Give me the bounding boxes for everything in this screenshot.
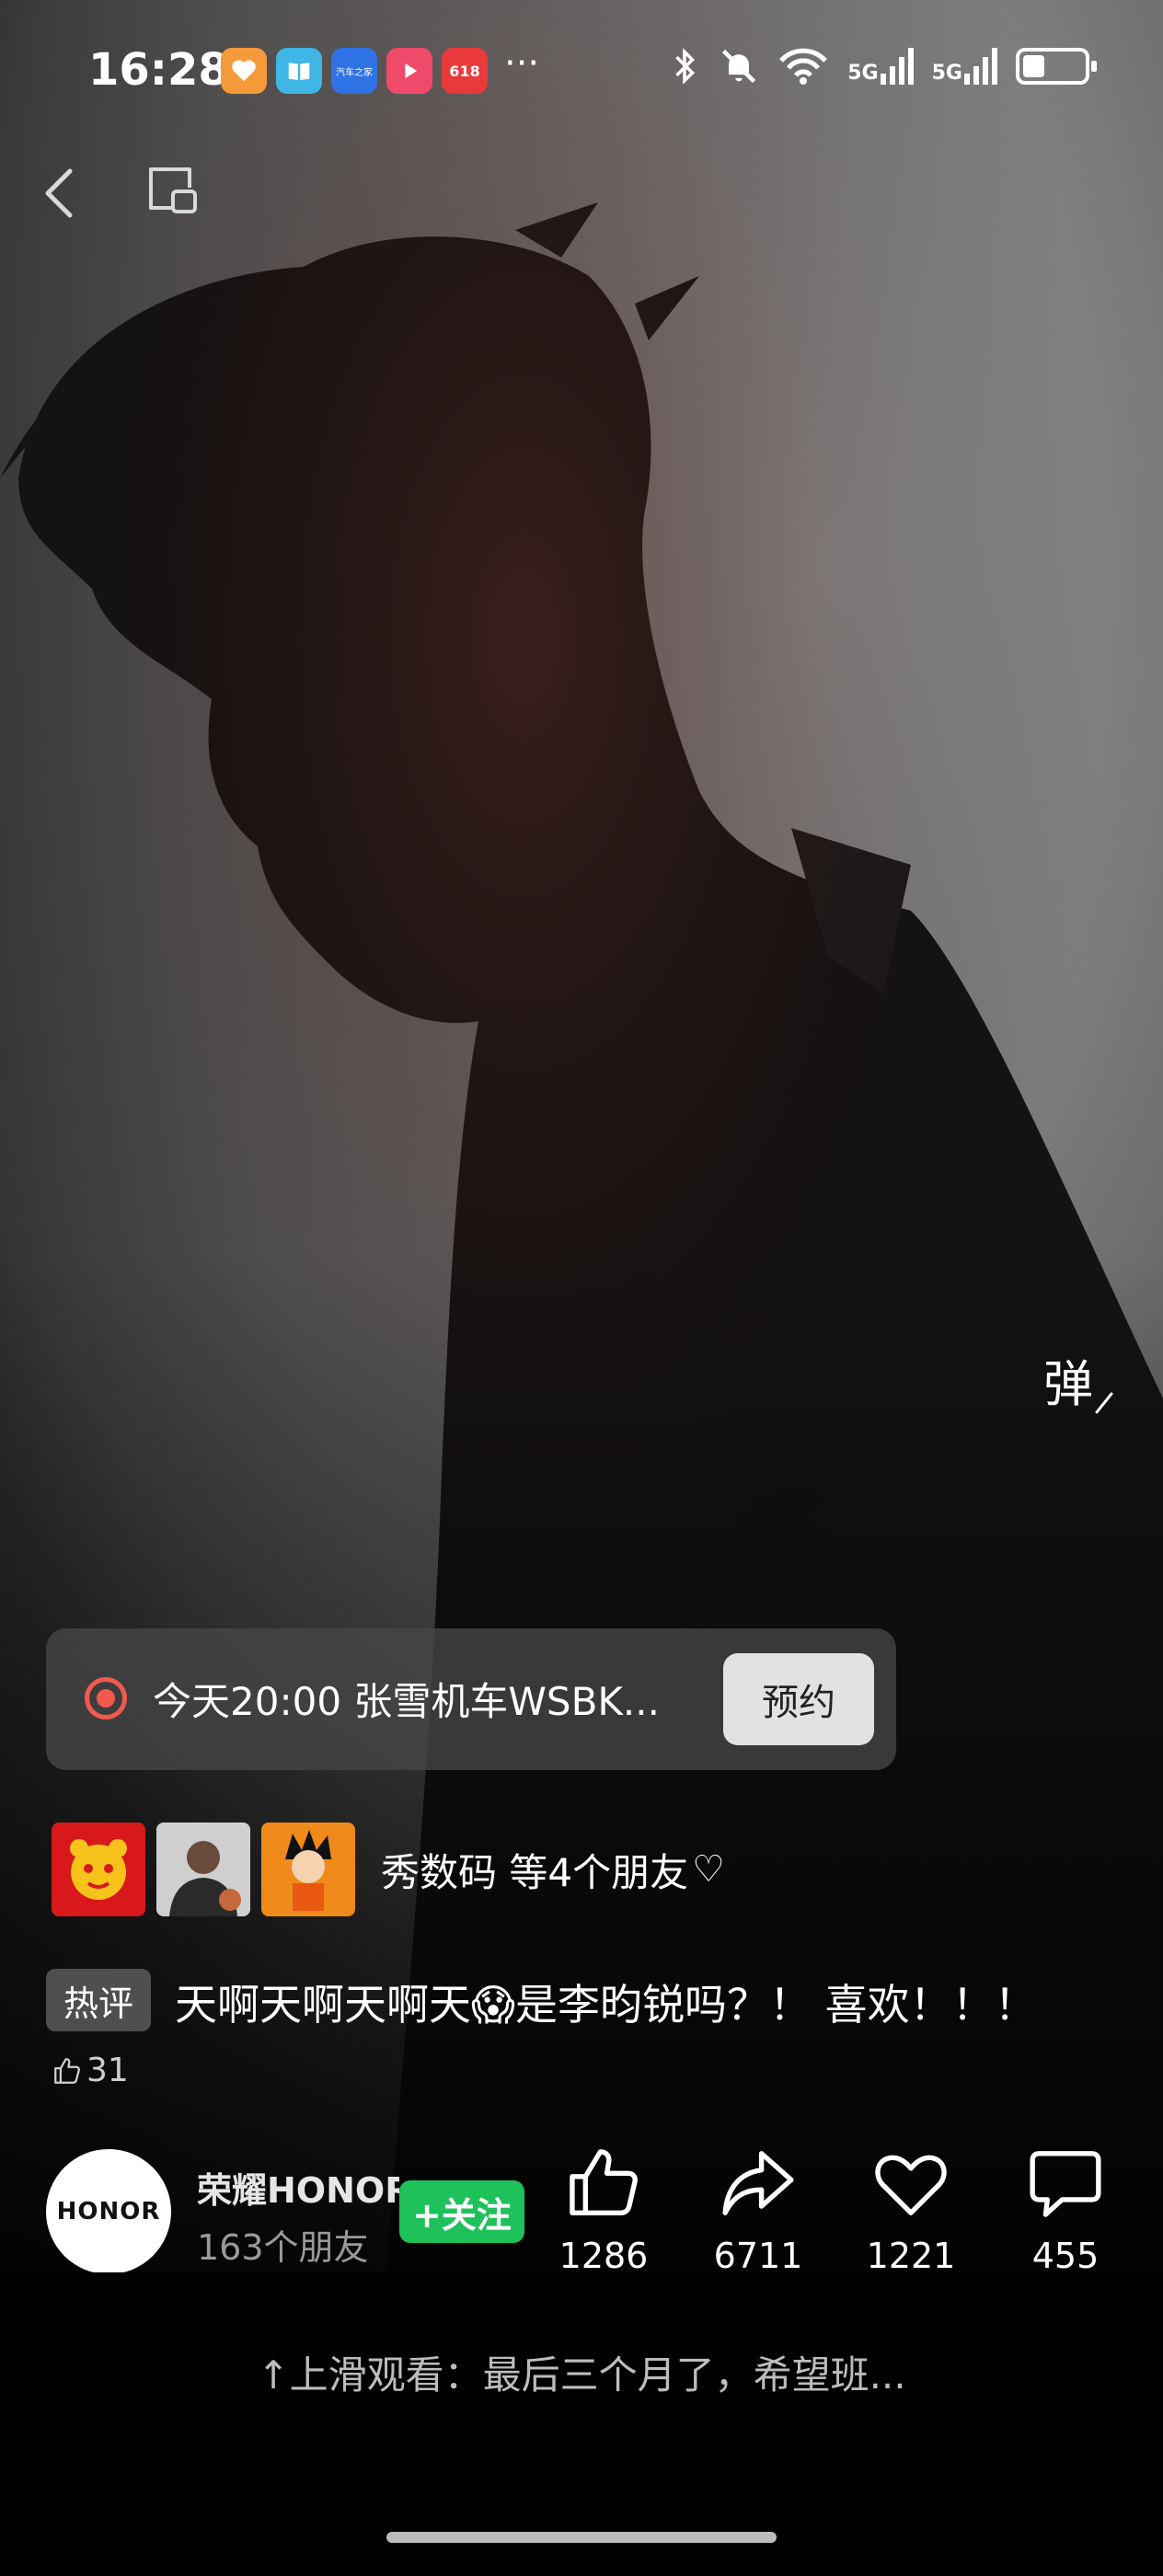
status-bar: 16:28 汽车之家 618 ··· 5G 5G bbox=[0, 0, 1163, 147]
thumbs-up-icon bbox=[54, 2057, 80, 2084]
chevron-left-icon bbox=[45, 168, 73, 218]
live-record-icon bbox=[85, 1677, 127, 1719]
share-button[interactable]: 6711 bbox=[694, 2144, 823, 2276]
heart-app-icon bbox=[221, 48, 267, 94]
friends-text: 秀数码 等4个朋友 bbox=[381, 1849, 689, 1895]
hot-comment-badge: 热评 bbox=[46, 1969, 151, 2031]
comment-count: 455 bbox=[1031, 2236, 1100, 2276]
live-reservation-bar[interactable]: 今天20:00 张雪机车WSBK... 预约 bbox=[46, 1628, 896, 1770]
battery-icon bbox=[1016, 48, 1097, 85]
heart-outline-icon: ♡ bbox=[692, 1848, 725, 1891]
autohome-app-icon: 汽车之家 bbox=[331, 48, 377, 94]
follow-button[interactable]: +关注 bbox=[399, 2180, 524, 2243]
favorite-button[interactable]: 1221 bbox=[846, 2144, 975, 2276]
comment-bubble-icon bbox=[1030, 2151, 1101, 2217]
friend-avatar-2[interactable] bbox=[156, 1823, 250, 1916]
author-avatar[interactable]: HONOR bbox=[46, 2149, 171, 2274]
reserve-button[interactable]: 预约 bbox=[723, 1653, 874, 1745]
cartoon-tiger-avatar bbox=[70, 1839, 127, 1900]
friends-liked-row[interactable]: 秀数码 等4个朋友 ♡ bbox=[52, 1822, 725, 1917]
author-name[interactable]: 荣耀HONOR bbox=[197, 2162, 399, 2213]
battery-level-fill bbox=[1023, 55, 1045, 77]
friend-avatar-1[interactable] bbox=[52, 1823, 145, 1916]
danmu-toggle-button[interactable]: 弹 bbox=[1043, 1343, 1115, 1416]
wifi-icon bbox=[779, 48, 828, 85]
live-reservation-text: 今天20:00 张雪机车WSBK... bbox=[153, 1679, 660, 1724]
like-button[interactable]: 1286 bbox=[539, 2144, 668, 2276]
danmu-label: 弹 bbox=[1043, 1355, 1093, 1413]
swipe-up-hint[interactable]: ↑上滑观看：最后三个月了，希望班... bbox=[0, 2344, 1163, 2400]
signal-1-label: 5G bbox=[847, 62, 879, 85]
bottom-bar bbox=[0, 2272, 1163, 2576]
autohome-app-label: 汽车之家 bbox=[336, 67, 373, 78]
heart-icon bbox=[875, 2155, 947, 2215]
hot-comment-like-count: 31 bbox=[86, 2052, 129, 2089]
home-indicator[interactable] bbox=[386, 2532, 777, 2543]
book-app-icon bbox=[276, 48, 322, 94]
cellular-signal-2: 5G bbox=[932, 48, 997, 85]
signal-2-label: 5G bbox=[931, 62, 962, 85]
comment-button[interactable]: 455 bbox=[1001, 2144, 1130, 2276]
author-avatar-logo: HONOR bbox=[56, 2198, 161, 2225]
back-button[interactable] bbox=[31, 156, 86, 230]
like-count: 1286 bbox=[558, 2236, 649, 2276]
bluetooth-icon bbox=[675, 48, 696, 85]
video-frame-silhouette bbox=[0, 0, 1163, 2272]
mini-window-button[interactable] bbox=[144, 162, 202, 221]
signal-bars-icon bbox=[880, 48, 914, 85]
status-time: 16:28 bbox=[88, 44, 229, 96]
more-notifications-icon: ··· bbox=[504, 42, 540, 85]
hot-comment-likes[interactable]: 31 bbox=[52, 2052, 129, 2089]
author-friends-count: 163个朋友 bbox=[197, 2227, 369, 2268]
share-arrow-icon bbox=[722, 2151, 794, 2215]
shopping-618-app-icon: 618 bbox=[442, 48, 488, 94]
video-player[interactable] bbox=[0, 0, 1163, 2272]
video-app-icon bbox=[386, 48, 432, 94]
system-icons: 5G 5G bbox=[669, 46, 1097, 86]
picture-in-picture-icon bbox=[149, 167, 197, 213]
hot-comment-text[interactable]: 天啊天啊天啊天😱是李昀锐吗？！ 喜欢！！！ bbox=[175, 1972, 1037, 2032]
favorite-count: 1221 bbox=[866, 2236, 956, 2276]
shopping-618-app-label: 618 bbox=[449, 62, 480, 80]
signal-bars-icon bbox=[964, 48, 997, 85]
share-count: 6711 bbox=[713, 2236, 803, 2276]
friend-avatar-3[interactable] bbox=[261, 1823, 355, 1916]
cellular-signal-1: 5G bbox=[847, 48, 914, 85]
pencil-icon bbox=[1095, 1392, 1113, 1414]
person-photo-avatar bbox=[156, 1823, 250, 1916]
notification-app-icons: 汽车之家 618 bbox=[221, 48, 488, 94]
cartoon-character-avatar bbox=[285, 1830, 331, 1911]
mute-bell-icon bbox=[722, 49, 756, 84]
thumbs-up-icon bbox=[570, 2149, 638, 2215]
